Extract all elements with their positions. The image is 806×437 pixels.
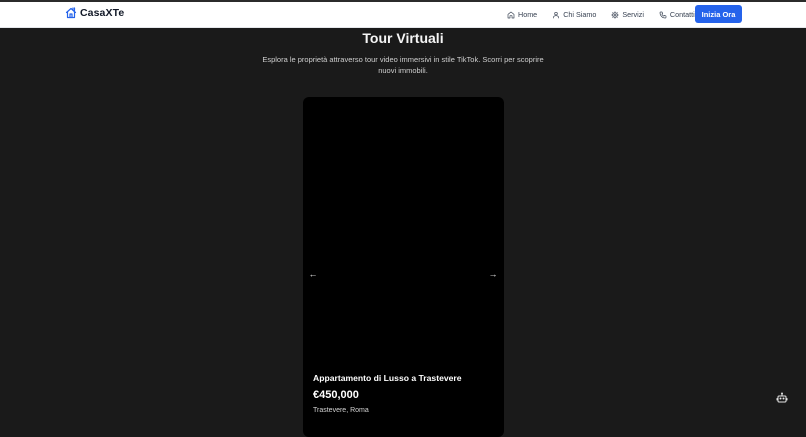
nav-label-servizi: Servizi (622, 10, 644, 19)
nav-item-servizi[interactable]: Servizi (611, 10, 644, 19)
video-player[interactable]: ← → Appartamento di Lusso a Trastevere €… (303, 97, 504, 437)
main-nav: Home Chi Siamo Servizi Contatti (507, 10, 710, 19)
brand-name: CasaXTe (80, 7, 125, 19)
nav-item-chi-siamo[interactable]: Chi Siamo (552, 10, 596, 19)
gear-icon (611, 10, 620, 19)
robot-icon (776, 392, 787, 402)
home-icon (507, 11, 515, 18)
brand-logo[interactable]: CasaXTe (65, 7, 124, 19)
property-location: Trastevere, Roma (313, 407, 369, 414)
nav-item-home[interactable]: Home (507, 10, 537, 19)
nav-item-contatti[interactable]: Contatti (659, 10, 695, 19)
page-title: Tour Virtuali (362, 30, 444, 46)
user-icon (553, 11, 560, 18)
house-logo-icon (65, 7, 77, 19)
property-price: €450,000 (313, 389, 359, 401)
nav-label-home: Home (518, 10, 538, 19)
nav-label-chi-siamo: Chi Siamo (563, 10, 597, 19)
property-info: Appartamento di Lusso a Trastevere €450,… (313, 373, 462, 414)
navbar: CasaXTe Home Chi Siamo Servizi Contatti … (0, 2, 806, 28)
next-video-button[interactable]: → (486, 267, 500, 281)
page-subtitle: Esplora le proprietà attraverso tour vid… (262, 55, 544, 75)
prev-video-button[interactable]: ← (306, 267, 320, 281)
cta-button[interactable]: Inizia Ora (695, 5, 742, 23)
nav-label-contatti: Contatti (669, 10, 695, 19)
property-title: Appartamento di Lusso a Trastevere (313, 373, 462, 383)
chatbot-button[interactable] (773, 389, 790, 406)
phone-icon (659, 11, 667, 18)
